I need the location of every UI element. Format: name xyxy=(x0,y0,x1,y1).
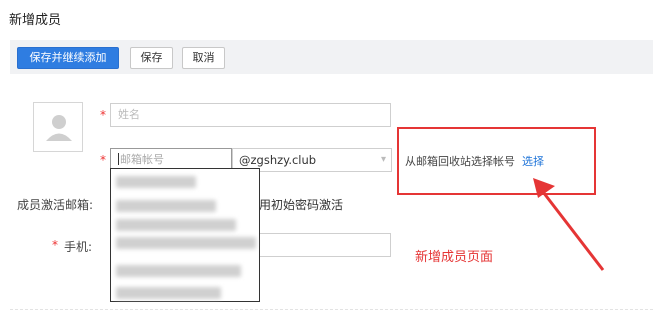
annotation-arrow-icon xyxy=(533,178,605,271)
divider xyxy=(10,309,653,310)
